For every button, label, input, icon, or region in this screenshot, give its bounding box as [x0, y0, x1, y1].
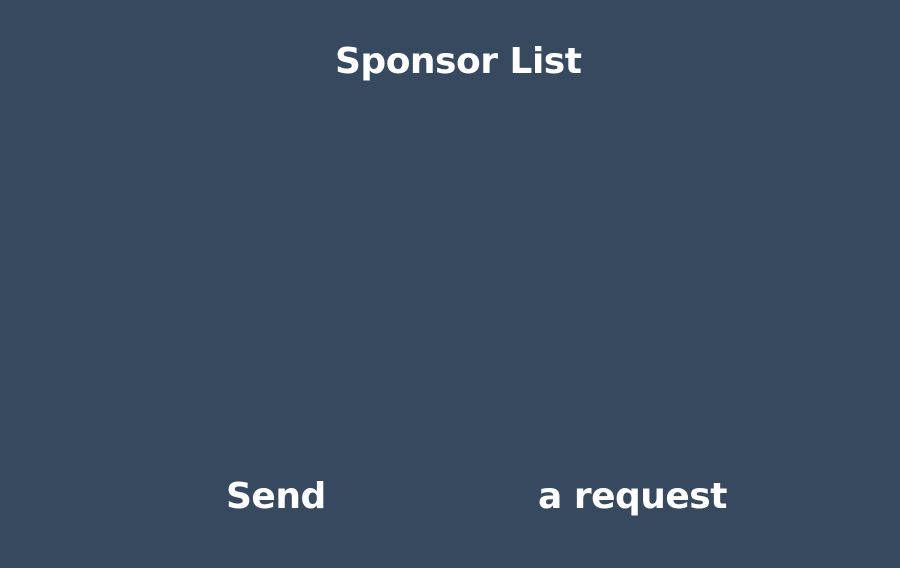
request-link[interactable]: a request — [538, 475, 727, 519]
sponsor-list — [0, 100, 900, 460]
send-link[interactable]: Send — [226, 475, 326, 519]
page-title: Sponsor List — [335, 41, 582, 82]
